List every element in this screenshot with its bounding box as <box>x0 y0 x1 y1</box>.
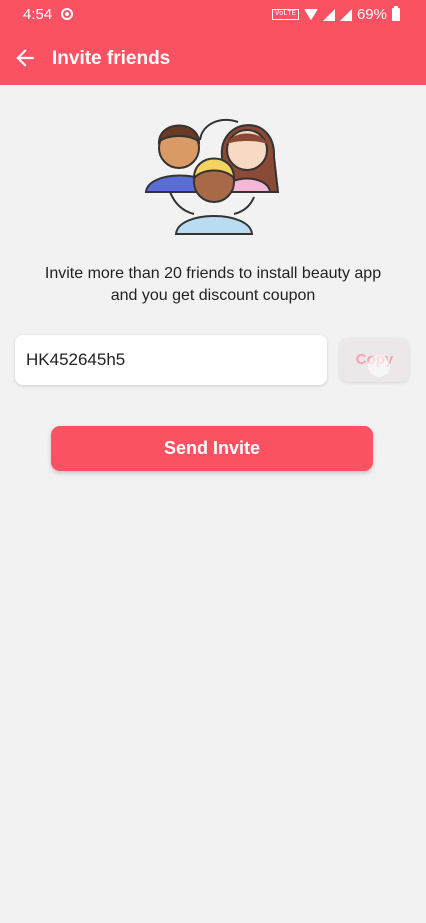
send-invite-button[interactable]: Send Invite <box>51 426 373 471</box>
invite-message-line-2: and you get discount coupon <box>110 287 316 304</box>
volte-icon: VoLTE <box>271 9 299 20</box>
app-bar: 4:54 VoLTE 69% Invite friends <box>0 0 426 85</box>
touch-ripple <box>368 355 390 377</box>
status-bar: 4:54 VoLTE 69% <box>0 0 426 30</box>
signal-icon-2 <box>339 8 352 21</box>
battery-icon <box>392 6 400 21</box>
wifi-icon <box>304 9 318 20</box>
back-arrow-icon[interactable] <box>12 45 38 71</box>
invite-code-field[interactable]: HK452645h5 <box>15 335 327 385</box>
page-title: Invite friends <box>52 48 171 69</box>
battery-percent: 69% <box>356 6 387 23</box>
invite-message-line-1: Invite more than 20 friends to install b… <box>44 265 382 282</box>
status-right: VoLTE 69% <box>271 6 400 23</box>
signal-icon <box>322 8 335 21</box>
recording-icon <box>61 8 73 20</box>
toolbar: Invite friends <box>0 40 426 80</box>
invite-message: Invite more than 20 friends to install b… <box>0 263 426 307</box>
friends-illustration <box>144 119 280 235</box>
status-time: 4:54 <box>23 6 53 23</box>
